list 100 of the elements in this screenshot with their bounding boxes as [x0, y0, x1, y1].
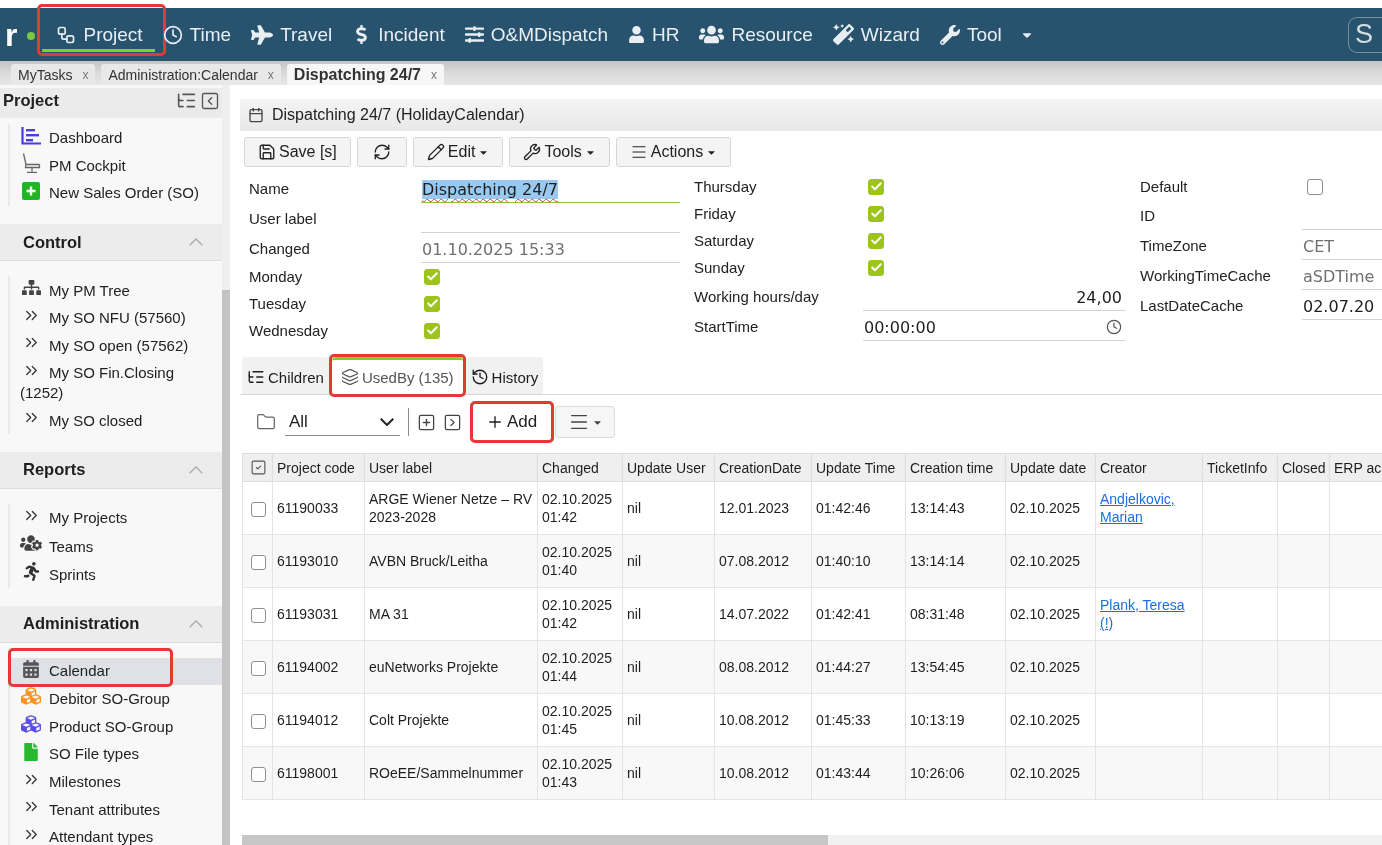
nav-item[interactable]: Tool [929, 8, 1012, 61]
scrollbar[interactable] [222, 85, 230, 845]
scrollbar[interactable] [242, 835, 1382, 845]
column-header[interactable]: ERP ac [1329, 453, 1382, 482]
nav-item[interactable]: Resource [689, 8, 823, 61]
column-header[interactable]: Creation time [905, 453, 1006, 482]
table-cell: 61193010 [272, 534, 365, 588]
sidebar-item[interactable]: Attendant types [10, 822, 222, 845]
nav-item[interactable]: Project [46, 8, 153, 61]
chevron-down-icon [380, 417, 394, 426]
column-header[interactable]: Update Time [811, 453, 906, 482]
chair-icon [21, 152, 41, 173]
wrench-icon [939, 24, 960, 45]
row-checkbox[interactable] [251, 501, 266, 517]
field-label: Thursday [694, 177, 758, 197]
column-header[interactable]: Project code [272, 453, 365, 482]
edit-button[interactable]: Edit [412, 137, 504, 167]
column-header[interactable]: Changed [537, 453, 623, 482]
column-header[interactable]: Closed [1277, 453, 1330, 482]
sidebar-item[interactable]: Tenant attributes [10, 795, 222, 823]
table-cell: 61194002 [272, 640, 365, 694]
add-button[interactable]: Add [472, 403, 553, 441]
column-header[interactable]: CreationDate [714, 453, 812, 482]
checkbox[interactable] [424, 268, 440, 285]
field-label: Default [1140, 177, 1189, 197]
row-checkbox[interactable] [251, 713, 266, 729]
chevron-right-square-icon[interactable] [443, 412, 462, 432]
document-tab[interactable]: MyTasks x [11, 64, 96, 85]
sidebar-item[interactable]: Dashboard [10, 124, 222, 151]
nav-item[interactable]: Travel [241, 8, 343, 61]
tab[interactable]: UsedBy (135) [331, 357, 463, 394]
column-header[interactable]: Update User [622, 453, 715, 482]
column-header[interactable] [242, 453, 273, 482]
check-square-icon[interactable] [250, 459, 267, 477]
nav-item[interactable]: Incident [342, 8, 455, 61]
column-header[interactable]: Creator [1095, 453, 1203, 482]
number-field[interactable]: 24,00 [863, 284, 1125, 311]
menu-button[interactable] [555, 406, 616, 438]
column-header[interactable]: Update date [1005, 453, 1096, 482]
nav-item[interactable]: O&MDispatch [454, 8, 618, 61]
tools-button[interactable]: Tools [509, 137, 610, 167]
sidebar-item[interactable]: Milestones [10, 767, 222, 795]
section-header[interactable]: Control [0, 224, 222, 261]
input-field[interactable]: Dispatching 24/7 [421, 176, 680, 203]
checkbox[interactable] [868, 205, 884, 222]
checkbox[interactable] [1307, 178, 1323, 195]
creator-link[interactable]: Andjelkovic, Marian [1100, 490, 1198, 526]
refresh-button[interactable] [356, 137, 407, 167]
clock-icon[interactable] [1106, 319, 1122, 335]
nav-item[interactable]: Wizard [822, 8, 930, 61]
scrollbar-thumb[interactable] [242, 835, 828, 845]
input-field[interactable]: 02.07.20 [1302, 293, 1382, 320]
checkbox[interactable] [868, 259, 884, 276]
sidebar-item[interactable]: My PM Tree [10, 276, 222, 304]
table-cell: 02.10.2025 01:43 [537, 746, 623, 800]
sidebar-item[interactable]: My Projects [10, 503, 222, 531]
plus-square-icon[interactable] [417, 412, 436, 432]
close-button[interactable]: x [82, 67, 89, 82]
sidebar-item[interactable]: My SO closed [10, 406, 222, 434]
actions-button[interactable]: Actions [615, 137, 732, 167]
table-cell: 61198001 [272, 746, 365, 800]
field-label: Sunday [694, 258, 746, 278]
column-header[interactable]: User label [364, 453, 538, 482]
nav-item[interactable]: HR [617, 8, 690, 61]
time-field[interactable]: 00:00:00 [863, 314, 1125, 341]
sidebar-item[interactable]: Sprints [10, 560, 222, 588]
section-header[interactable]: Reports [0, 451, 222, 489]
sidebar-item[interactable]: Teams [10, 531, 222, 560]
sidebar-item[interactable]: My SO open (57562) [10, 331, 222, 359]
tab[interactable]: Children [242, 357, 329, 394]
sidebar-item[interactable]: Product SO-Group [10, 712, 222, 741]
close-button[interactable]: x [267, 67, 274, 82]
sidebar-item[interactable]: Debitor SO-Group [10, 684, 222, 713]
sidebar-item[interactable]: PM Cockpit [10, 151, 222, 179]
tab[interactable]: History [465, 357, 544, 394]
checkbox[interactable] [868, 232, 884, 249]
close-button[interactable]: x [431, 67, 437, 82]
sidebar-item[interactable]: New Sales Order (SO) [10, 179, 222, 206]
sidebar-item[interactable]: My SO NFU (57560) [10, 303, 222, 331]
logo[interactable]: r [5, 18, 36, 51]
row-checkbox[interactable] [251, 607, 266, 623]
section-header[interactable]: Administration [0, 605, 222, 643]
sidebar-item[interactable]: SO File types [10, 740, 222, 768]
check-icon [425, 324, 439, 337]
document-tab[interactable]: Administration:Calendar x [101, 64, 281, 85]
creator-link[interactable]: Plank, Teresa (!) [1100, 596, 1198, 632]
collapse-icon[interactable] [200, 90, 220, 111]
checkbox[interactable] [424, 295, 440, 312]
row-checkbox[interactable] [251, 554, 266, 570]
checkbox[interactable] [424, 322, 440, 339]
table-cell: 10.08.2012 [714, 693, 812, 747]
row-checkbox[interactable] [251, 660, 266, 676]
row-checkbox[interactable] [251, 766, 266, 782]
nav-item[interactable]: Time [152, 8, 242, 61]
sidebar-item[interactable]: My SO Fin.Closing (1252) [10, 358, 222, 406]
filter-select[interactable]: All [285, 408, 400, 436]
scrollbar-thumb[interactable] [222, 290, 230, 845]
checkbox[interactable] [868, 178, 884, 195]
save-button[interactable]: Save [s] [244, 137, 351, 167]
document-tab[interactable]: Dispatching 24/7 x [286, 64, 444, 85]
